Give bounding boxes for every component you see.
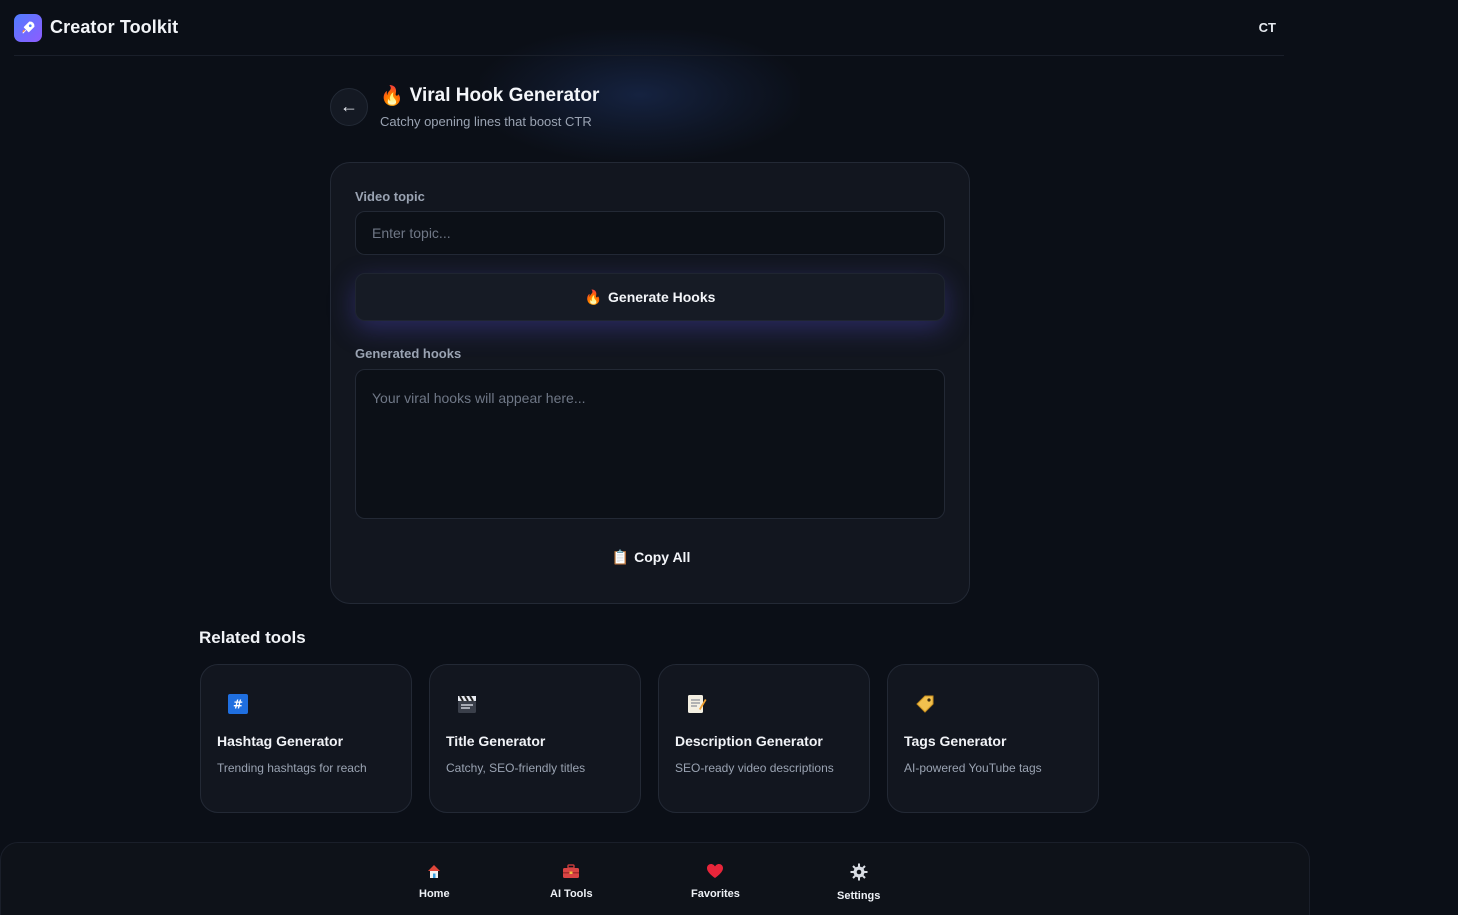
related-tool-name: Hashtag Generator	[217, 733, 344, 749]
top-header: Creator Toolkit CT	[14, 0, 1284, 56]
memo-icon	[685, 693, 707, 715]
hooks-output[interactable]	[355, 369, 945, 519]
related-tools-title: Related tools	[199, 628, 306, 647]
hashtag-icon: #	[227, 693, 249, 715]
related-tool-desc: SEO-ready video descriptions	[675, 761, 834, 775]
heart-icon	[706, 863, 724, 884]
related-tool-description[interactable]: Description Generator SEO-ready video de…	[658, 664, 870, 813]
nav-label: Settings	[837, 890, 881, 902]
user-avatar[interactable]: CT	[1259, 20, 1276, 35]
tag-icon	[914, 693, 936, 715]
tool-title: 🔥 Viral Hook Generator	[380, 84, 599, 108]
fire-icon: 🔥	[380, 86, 404, 107]
app-title: Creator Toolkit	[50, 17, 179, 37]
topic-input[interactable]	[355, 211, 945, 255]
tool-title-text: Viral Hook Generator	[409, 85, 600, 106]
copy-all-label: Copy All	[634, 549, 691, 565]
related-tool-desc: Catchy, SEO-friendly titles	[446, 761, 586, 775]
bottom-nav: Home AI Tools Favorites Settings	[0, 842, 1310, 915]
nav-label: Home	[419, 888, 450, 900]
copy-all-button[interactable]: 📋 Copy All	[601, 541, 701, 573]
related-tool-hashtag[interactable]: # Hashtag Generator Trending hashtags fo…	[200, 664, 412, 813]
output-label: Generated hooks	[355, 346, 462, 361]
topic-label: Video topic	[355, 189, 425, 204]
fire-icon: 🔥	[584, 288, 603, 305]
related-tool-desc: Trending hashtags for reach	[217, 761, 367, 775]
generator-card: Video topic 🔥 Generate Hooks Generated h…	[330, 162, 970, 604]
related-tool-name: Description Generator	[675, 733, 823, 749]
tool-subtitle: Catchy opening lines that boost CTR	[380, 114, 592, 129]
nav-item-favorites[interactable]: Favorites	[691, 863, 740, 900]
nav-item-home[interactable]: Home	[419, 863, 450, 900]
related-tool-desc: AI-powered YouTube tags	[904, 761, 1042, 775]
gear-icon	[850, 863, 868, 886]
generate-hooks-label: Generate Hooks	[608, 289, 716, 305]
related-tools-grid: # Hashtag Generator Trending hashtags fo…	[200, 664, 1099, 813]
generate-hooks-button[interactable]: 🔥 Generate Hooks	[355, 273, 945, 321]
nav-item-settings[interactable]: Settings	[837, 863, 880, 902]
nav-label: AI Tools	[550, 888, 593, 900]
clapperboard-icon	[456, 693, 478, 715]
arrow-left-icon: ←	[340, 96, 358, 116]
back-button[interactable]: ←	[330, 87, 368, 126]
related-tool-tags[interactable]: Tags Generator AI-powered YouTube tags	[887, 664, 1099, 813]
nav-label: Favorites	[691, 888, 740, 900]
toolbox-icon	[562, 863, 580, 884]
related-tool-title[interactable]: Title Generator Catchy, SEO-friendly tit…	[429, 664, 641, 813]
related-tool-name: Title Generator	[446, 733, 546, 749]
nav-item-ai-tools[interactable]: AI Tools	[550, 863, 593, 900]
home-icon	[426, 863, 442, 884]
rocket-logo-icon	[14, 13, 42, 42]
clipboard-icon: 📋	[611, 548, 630, 565]
svg-text:#: #	[233, 698, 243, 712]
related-tool-name: Tags Generator	[904, 733, 1007, 749]
brand[interactable]: Creator Toolkit	[14, 13, 179, 42]
tool-heading: ← 🔥 Viral Hook Generator Catchy opening …	[330, 84, 599, 129]
